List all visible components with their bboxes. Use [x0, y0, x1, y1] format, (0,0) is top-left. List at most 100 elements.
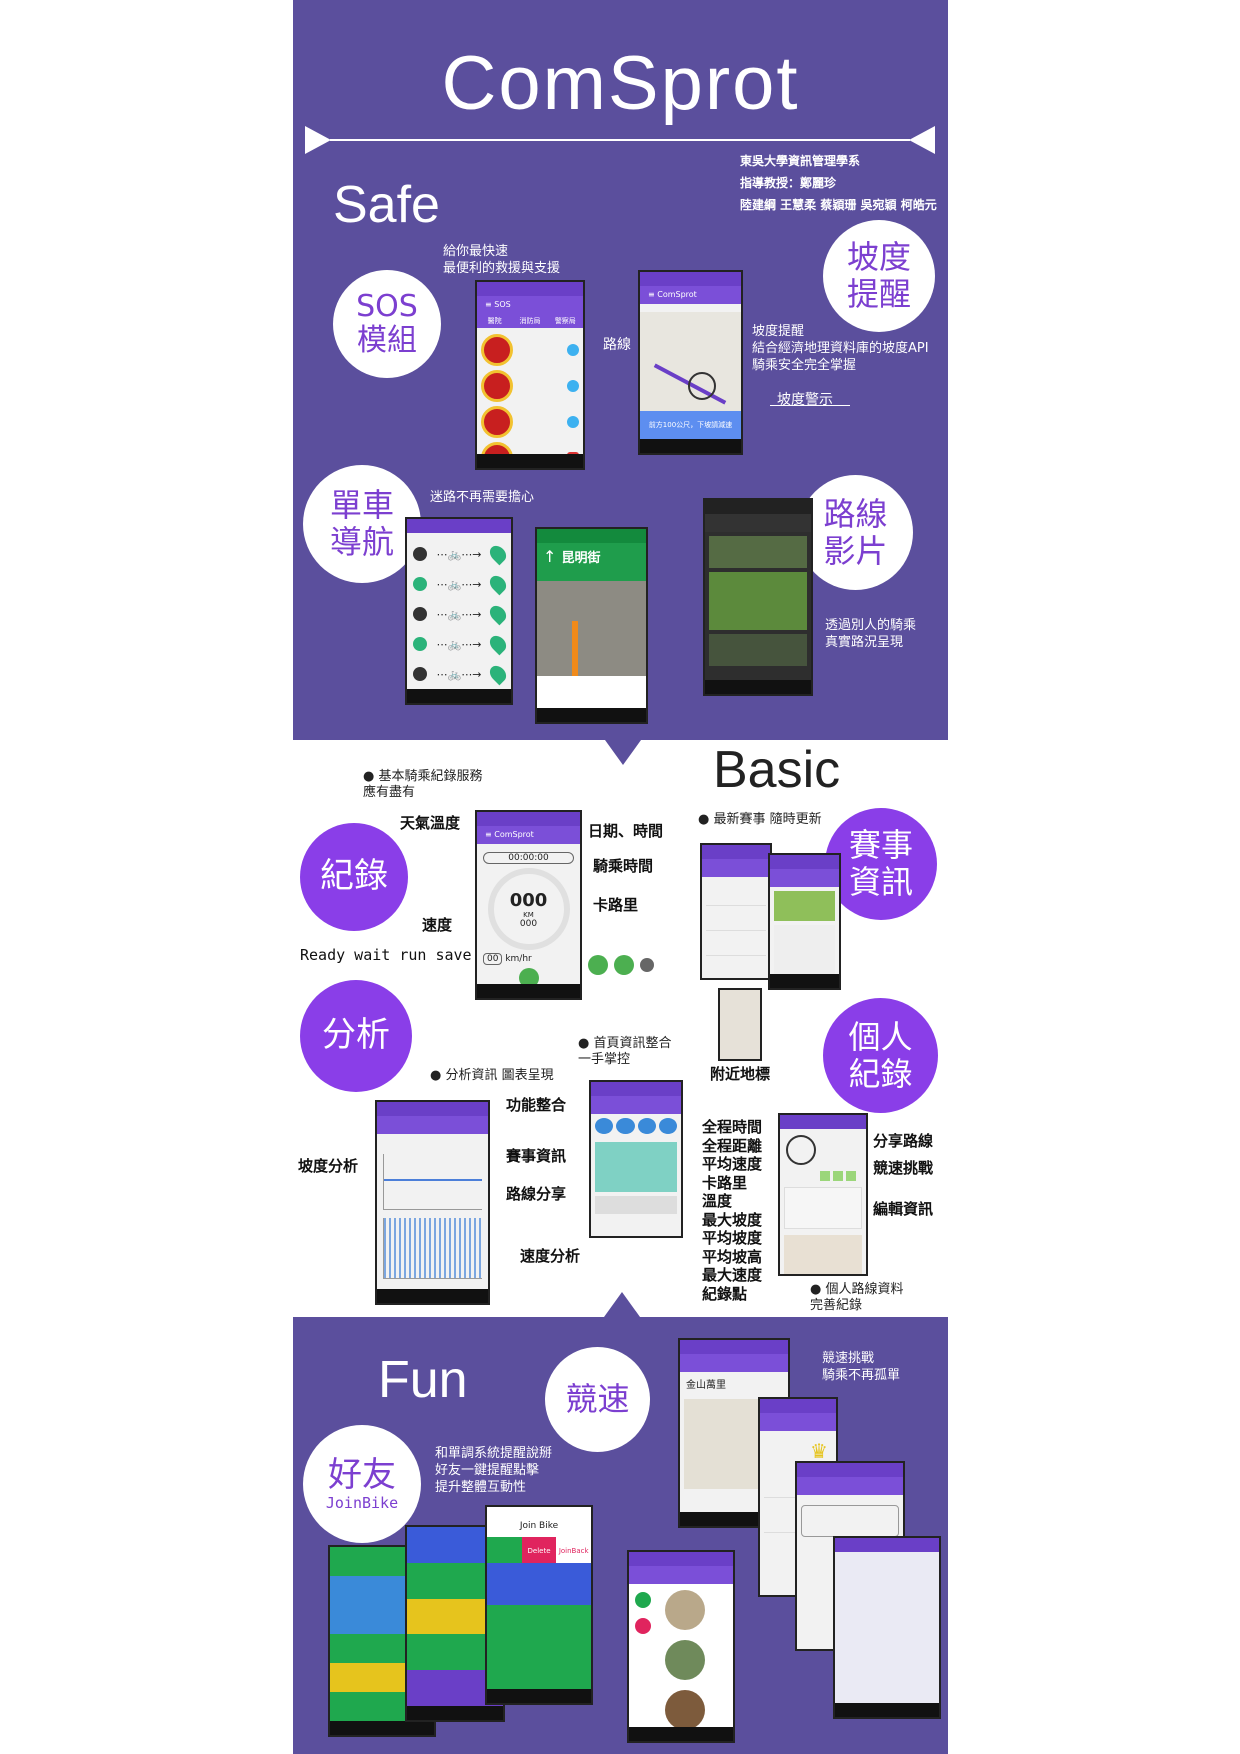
distance-readout: 000	[509, 889, 548, 911]
step-row[interactable]: ⋯🚲⋯→	[413, 539, 510, 569]
step-row[interactable]: ⋯🚲⋯→	[413, 569, 510, 599]
eta-bar	[537, 676, 646, 708]
avatar[interactable]	[665, 1690, 705, 1730]
nearby-map[interactable]	[720, 990, 760, 1059]
delete-button[interactable]: Delete	[521, 1537, 557, 1565]
bike-icon: ⋯🚲⋯→	[436, 607, 482, 621]
nav-map-phone: ↑ 昆明街	[535, 527, 648, 724]
slope-circle-label: 坡度 提醒	[846, 238, 911, 313]
joinbike-row[interactable]	[487, 1563, 591, 1605]
phone-icon[interactable]	[567, 344, 579, 356]
feature-icon[interactable]	[595, 1118, 614, 1134]
pause-button[interactable]	[614, 955, 634, 975]
stat-item: 卡路里	[702, 1173, 748, 1192]
step-row[interactable]: ⋯🚲⋯→	[413, 599, 510, 629]
nav-bar	[330, 1721, 434, 1735]
joinbike-phone: Join Bike Delete JoinBack	[485, 1505, 593, 1705]
tab-hospital[interactable]: 醫院	[477, 314, 512, 328]
sos-appbar: ≡ SOS	[477, 296, 583, 314]
video-thumb[interactable]	[709, 634, 807, 666]
personal-circle: 個人 紀錄	[823, 998, 938, 1113]
sos-circle: SOS 模組	[333, 270, 441, 378]
phone-icon[interactable]	[567, 416, 579, 428]
list-item[interactable]	[481, 368, 579, 404]
stop-button[interactable]	[640, 958, 654, 972]
stat-item: 全程距離	[702, 1136, 763, 1155]
friend-appbar	[629, 1566, 733, 1584]
step-row[interactable]: ⋯🚲⋯→	[413, 659, 510, 689]
route-map[interactable]	[784, 1235, 862, 1274]
joinbike-row[interactable]	[487, 1647, 591, 1689]
avatar[interactable]	[665, 1640, 705, 1680]
sos-tabs: 醫院 消防局 警察局	[477, 314, 583, 328]
joinback-button[interactable]: JoinBack	[556, 1537, 591, 1565]
share-route-label: 分享路線	[873, 1132, 934, 1150]
avatar[interactable]	[665, 1590, 705, 1630]
status-bar	[477, 282, 583, 296]
feature-icon[interactable]	[637, 1118, 656, 1134]
race-phone-4	[833, 1536, 941, 1719]
race-timer	[801, 1505, 899, 1537]
race-button[interactable]	[833, 1171, 843, 1181]
event-appbar	[770, 869, 839, 887]
video-thumb[interactable]	[709, 536, 807, 568]
step-row[interactable]: ⋯🚲⋯→	[413, 629, 510, 659]
map-area[interactable]	[640, 312, 741, 411]
slope-chart	[383, 1154, 482, 1210]
feature-grid	[591, 1114, 681, 1138]
phone-icon[interactable]	[567, 380, 579, 392]
list-item[interactable]	[481, 332, 579, 368]
video-appbar	[705, 514, 811, 532]
feature-icon[interactable]	[616, 1118, 635, 1134]
joinbike-row[interactable]	[487, 1605, 591, 1647]
speed-readout: 00	[483, 953, 503, 965]
status-bar	[377, 1102, 488, 1116]
edit-button[interactable]	[846, 1171, 856, 1181]
remove-friend-icon[interactable]	[635, 1618, 651, 1634]
add-friend-icon[interactable]	[635, 1592, 651, 1608]
event-banner[interactable]	[595, 1142, 677, 1192]
nav-bar	[770, 974, 839, 988]
satellite-map[interactable]	[537, 581, 646, 697]
crown-icon: ♛	[810, 1439, 828, 1463]
speed-chart	[383, 1218, 482, 1279]
sos-desc: 給你最快速 最便利的救援與支援	[443, 244, 561, 276]
pin-icon	[486, 572, 510, 596]
tab-fire[interactable]: 消防局	[512, 314, 547, 328]
step-photo	[413, 577, 427, 591]
event-banner	[774, 891, 835, 921]
friend-photos	[629, 1584, 733, 1730]
tab-police[interactable]: 警察局	[548, 314, 583, 328]
list-item[interactable]	[706, 906, 766, 931]
credit-advisor: 指導教授：鄭麗珍	[740, 176, 837, 190]
event-phone-1	[700, 843, 772, 980]
bike-avatar	[786, 1135, 816, 1165]
race-appbar	[680, 1354, 788, 1372]
share-route-button[interactable]	[820, 1171, 830, 1181]
ranking-appbar	[760, 1413, 836, 1431]
fun-pointer	[604, 1292, 640, 1317]
event-phone-2	[768, 853, 841, 990]
step-photo	[413, 667, 427, 681]
nav-bar	[640, 439, 741, 453]
warning-line	[770, 405, 850, 406]
status-bar	[591, 1082, 681, 1096]
feature-icon[interactable]	[658, 1118, 677, 1134]
slope-phone: ≡ ComSprot 前方100公尺，下坡請減速	[638, 270, 743, 455]
distance-unit: KM	[523, 910, 534, 919]
list-item[interactable]	[706, 931, 766, 956]
list-item[interactable]	[481, 404, 579, 440]
stat-item: 平均坡高	[702, 1247, 763, 1266]
video-player[interactable]	[709, 572, 807, 630]
speed-readout-wrap: 00 km/hr	[483, 953, 580, 965]
list-item[interactable]	[706, 881, 766, 906]
gauge: 000 KM 000	[487, 868, 570, 950]
edit-info-label: 編輯資訊	[873, 1200, 934, 1218]
start-button[interactable]	[588, 955, 608, 975]
step-photo	[413, 547, 427, 561]
nav-bar	[477, 984, 580, 998]
app-title: ComSprot	[441, 41, 800, 126]
route-share-strip[interactable]	[595, 1196, 677, 1214]
slope-line	[384, 1179, 482, 1181]
slope-analysis-label: 坡度分析	[298, 1157, 359, 1175]
